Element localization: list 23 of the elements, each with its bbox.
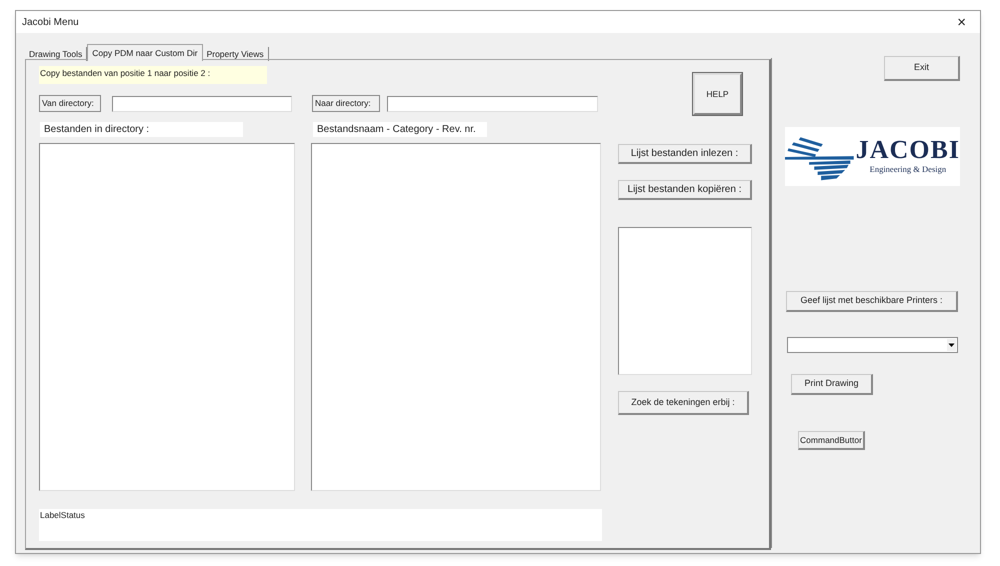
- directory-field[interactable]: [112, 96, 292, 112]
- exit-button[interactable]: Exit: [884, 56, 960, 81]
- tab[interactable]: Property Views: [202, 47, 269, 61]
- close-button[interactable]: ×: [949, 14, 974, 30]
- print-drawing-button[interactable]: Print Drawing: [791, 374, 873, 395]
- directory-field[interactable]: [387, 96, 598, 112]
- window-title: Jacobi Menu: [22, 16, 79, 30]
- note-label: Copy bestanden van positie 1 naar positie 2 :: [39, 66, 267, 84]
- directory-label: Van directory:: [39, 95, 101, 112]
- tab[interactable]: Copy PDM naar Custom Dir: [87, 44, 203, 61]
- logo-tagline: Engineering & Design: [870, 163, 946, 176]
- printers-button[interactable]: Geef lijst met beschikbare Printers :: [786, 291, 958, 312]
- logo-name: JACOBI: [856, 137, 960, 164]
- printer-dropdown[interactable]: [787, 337, 958, 353]
- list-label: Bestandsnaam - Category - Rev. nr.: [313, 122, 487, 137]
- command-button[interactable]: CommandButtor: [798, 431, 865, 450]
- status-label: LabelStatus: [39, 509, 602, 541]
- copy-files-button[interactable]: Lijst bestanden kopiëren :: [618, 180, 752, 200]
- read-files-button[interactable]: Lijst bestanden inlezen :: [618, 144, 752, 164]
- directory-label: Naar directory:: [312, 95, 380, 112]
- list-label: Bestanden in directory :: [40, 122, 243, 137]
- find-drawings-button[interactable]: Zoek de tekeningen erbij :: [618, 391, 749, 415]
- help-button[interactable]: HELP: [693, 73, 742, 115]
